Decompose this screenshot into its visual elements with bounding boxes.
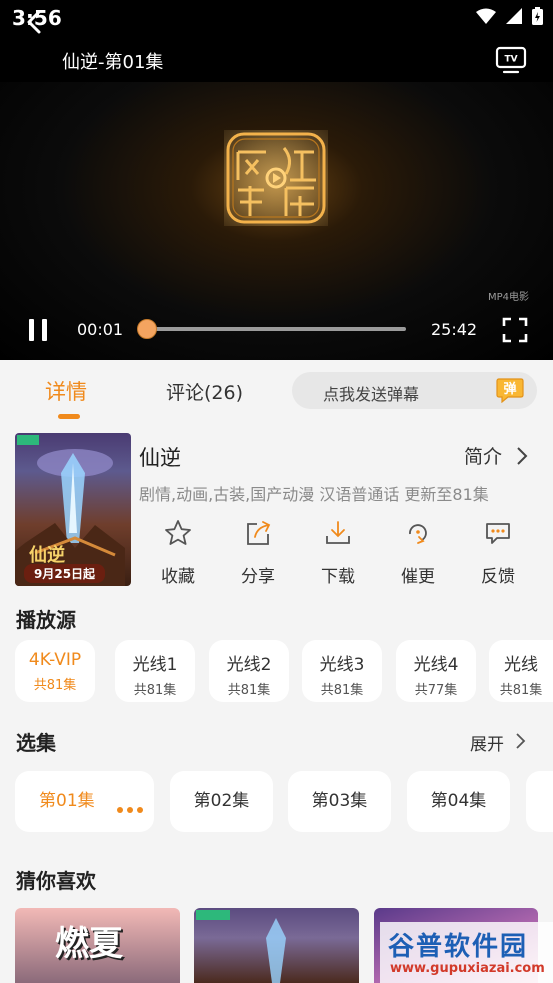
download-label: 下载 <box>321 567 355 587</box>
share-button[interactable]: 分享 <box>228 518 288 587</box>
playing-indicator-icon <box>117 807 143 813</box>
source-name: 光线1 <box>132 655 178 675</box>
star-icon <box>165 520 191 545</box>
episode-chip[interactable]: 第02集 <box>170 771 273 832</box>
site-watermark-name: 谷普软件园 <box>388 932 529 962</box>
recommend-card-title: 燃夏 <box>55 924 123 964</box>
feedback-icon <box>486 523 510 544</box>
urge-icon <box>409 524 427 544</box>
danmu-placeholder: 点我发送弹幕 <box>323 385 420 404</box>
source-name: 光线3 <box>319 655 365 675</box>
fullscreen-icon[interactable] <box>502 317 528 343</box>
video-watermark: MP4电影 <box>488 292 530 303</box>
svg-text:TV: TV <box>504 55 517 65</box>
download-icon <box>326 521 350 544</box>
feedback-button[interactable]: 反馈 <box>468 518 528 587</box>
chevron-right-icon[interactable] <box>514 732 526 750</box>
download-button[interactable]: 下载 <box>308 518 368 587</box>
favorite-label: 收藏 <box>161 567 195 587</box>
pause-icon[interactable] <box>26 318 50 342</box>
poster-title-mark: 仙逆 <box>29 544 65 566</box>
source-chip[interactable]: 光线3 共81集 <box>302 640 382 702</box>
signal-icon <box>506 8 522 24</box>
urge-update-button[interactable]: 催更 <box>388 518 448 587</box>
episode-label: 第01集 <box>39 791 95 811</box>
show-meta: 剧情,动画,古装,国产动漫 汉语普通话 更新至81集 <box>139 485 489 504</box>
source-chip[interactable]: 光线4 共77集 <box>396 640 476 702</box>
page-title: 仙逆-第01集 <box>62 52 164 73</box>
episodes-title: 选集 <box>16 731 56 755</box>
episode-chip[interactable]: 第03集 <box>288 771 391 832</box>
source-chip[interactable]: 光线2 共81集 <box>209 640 289 702</box>
danmu-icon-label: 弹 <box>503 381 516 397</box>
back-icon[interactable] <box>22 8 48 36</box>
system-icons <box>476 7 543 25</box>
poster-date-badge: 9月25日起 <box>24 564 106 583</box>
progress-track[interactable] <box>140 327 406 331</box>
progress-thumb[interactable] <box>137 319 157 339</box>
chevron-right-icon[interactable] <box>515 446 529 466</box>
episode-chip[interactable]: 第04集 <box>407 771 510 832</box>
channel-logo-icon <box>224 130 328 226</box>
source-count: 共77集 <box>414 683 458 698</box>
source-name: 4K-VIP <box>28 650 82 670</box>
episode-chip[interactable]: 第01集 <box>15 771 154 832</box>
recommend-card-art <box>266 918 286 983</box>
tab-active-indicator <box>58 414 80 419</box>
battery-icon <box>532 7 543 25</box>
source-name: 光线 <box>504 655 538 675</box>
tab-details[interactable]: 详情 <box>45 376 87 406</box>
episode-chip-partial[interactable] <box>526 771 553 832</box>
favorite-button[interactable]: 收藏 <box>148 518 208 587</box>
source-count: 共81集 <box>320 683 364 698</box>
site-watermark-url: www.gupuxiazai.com <box>390 961 545 976</box>
status-bar <box>0 0 553 38</box>
wifi-icon <box>476 8 496 24</box>
sources-title: 播放源 <box>16 608 76 632</box>
intro-link[interactable]: 简介 <box>464 442 502 469</box>
source-count: 共81集 <box>499 683 543 698</box>
expand-button[interactable]: 展开 <box>470 730 504 755</box>
source-count: 共81集 <box>133 683 177 698</box>
source-chip[interactable]: 光线1 共81集 <box>115 640 195 702</box>
source-chip[interactable]: 光线共81集 <box>489 640 553 702</box>
source-name: 光线4 <box>413 655 459 675</box>
recommend-card[interactable] <box>194 908 359 983</box>
source-chip[interactable]: 4K-VIP 共81集 <box>15 640 95 702</box>
recommend-card[interactable]: 燃夏 <box>15 908 180 983</box>
source-name: 光线2 <box>226 655 272 675</box>
current-time: 00:01 <box>77 320 124 339</box>
tab-comments[interactable]: 评论(26) <box>166 378 243 405</box>
source-count: 共81集 <box>227 683 271 698</box>
recommend-title: 猜你喜欢 <box>16 869 96 893</box>
poster-source-badge <box>17 435 39 445</box>
tv-cast-icon[interactable]: TV <box>495 46 527 74</box>
danmu-icon[interactable]: 弹 <box>496 377 524 403</box>
feedback-label: 反馈 <box>481 567 515 587</box>
urge-label: 催更 <box>401 567 435 587</box>
share-label: 分享 <box>241 567 275 587</box>
show-title: 仙逆 <box>139 446 181 470</box>
source-count: 共81集 <box>33 678 77 693</box>
total-duration: 25:42 <box>431 320 478 339</box>
share-icon <box>247 521 271 545</box>
